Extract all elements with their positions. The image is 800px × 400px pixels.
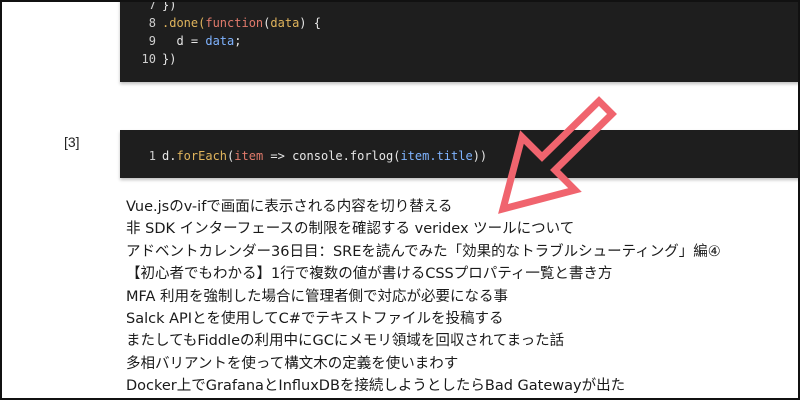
code-token: ))	[472, 149, 488, 163]
article-link[interactable]: Vue.jsのv-ifで画面に表示される内容を切り替える	[126, 196, 721, 218]
arrow-annotation-icon	[498, 96, 617, 214]
reference-label: [3]	[64, 134, 80, 150]
line-number: 1	[148, 149, 156, 163]
article-link[interactable]: 非 SDK インターフェースの制限を確認する veridex ツールについて	[126, 218, 721, 240]
code-line-1: 1 d.forEach(item => console.forlog(item.t…	[134, 147, 487, 165]
code-token: ;	[234, 34, 242, 48]
code-block-2: 1 d.forEach(item => console.forlog(item.t…	[120, 130, 798, 178]
article-link[interactable]: Docker上でGrafanaとInfluxDBを接続しようとしたらBad Ga…	[126, 375, 721, 397]
code-token: .done(	[162, 16, 206, 30]
code-token: d.	[162, 149, 177, 163]
article-link-list: Vue.jsのv-ifで画面に表示される内容を切り替える 非 SDK インターフ…	[126, 196, 721, 398]
code-token: data	[205, 34, 235, 48]
code-text: })	[162, 0, 177, 12]
line-number: 8	[148, 16, 156, 30]
code-token: forEach	[176, 149, 228, 163]
line-number: 7	[148, 0, 156, 12]
code-line-9: 9 d = data;	[134, 32, 242, 50]
line-number: 10	[141, 52, 156, 66]
code-token: ) {	[299, 16, 321, 30]
code-token: data	[270, 16, 300, 30]
article-link[interactable]: アドベントカレンダー36日目：SREを読んでみた「効果的なトラブルシューティング…	[126, 241, 721, 263]
article-link[interactable]: 多相バリアントを使って構文木の定義を使いまわす	[126, 353, 721, 375]
code-text: })	[162, 52, 177, 66]
code-token: item	[234, 149, 264, 163]
code-token: item.title	[400, 149, 473, 163]
article-link[interactable]: またしてもFiddleの利用中にGCにメモリ領域を回収されてまった話	[126, 330, 721, 352]
line-number: 9	[148, 34, 156, 48]
article-link[interactable]: Salck APIとを使用してC#でテキストファイルを投稿する	[126, 308, 721, 330]
article-link[interactable]: 【初心者でもわかる】1行で複数の値が書けるCSSプロパティ一覧と書き方	[126, 263, 721, 285]
code-block-1: 7}) 8 .done(function(data) { 9 d = data; …	[120, 0, 798, 82]
screenshot-frame: 7}) 8 .done(function(data) { 9 d = data; …	[0, 0, 800, 400]
article-link[interactable]: MFA 利用を強制した場合に管理者側で対応が必要になる事	[126, 286, 721, 308]
code-token: => console.forlog(	[263, 149, 401, 163]
code-line-10: 10})	[134, 50, 177, 68]
code-line-8: 8 .done(function(data) {	[134, 14, 321, 32]
code-line-7: 7})	[134, 0, 177, 14]
code-token: function	[205, 16, 264, 30]
code-token: d =	[162, 34, 206, 48]
